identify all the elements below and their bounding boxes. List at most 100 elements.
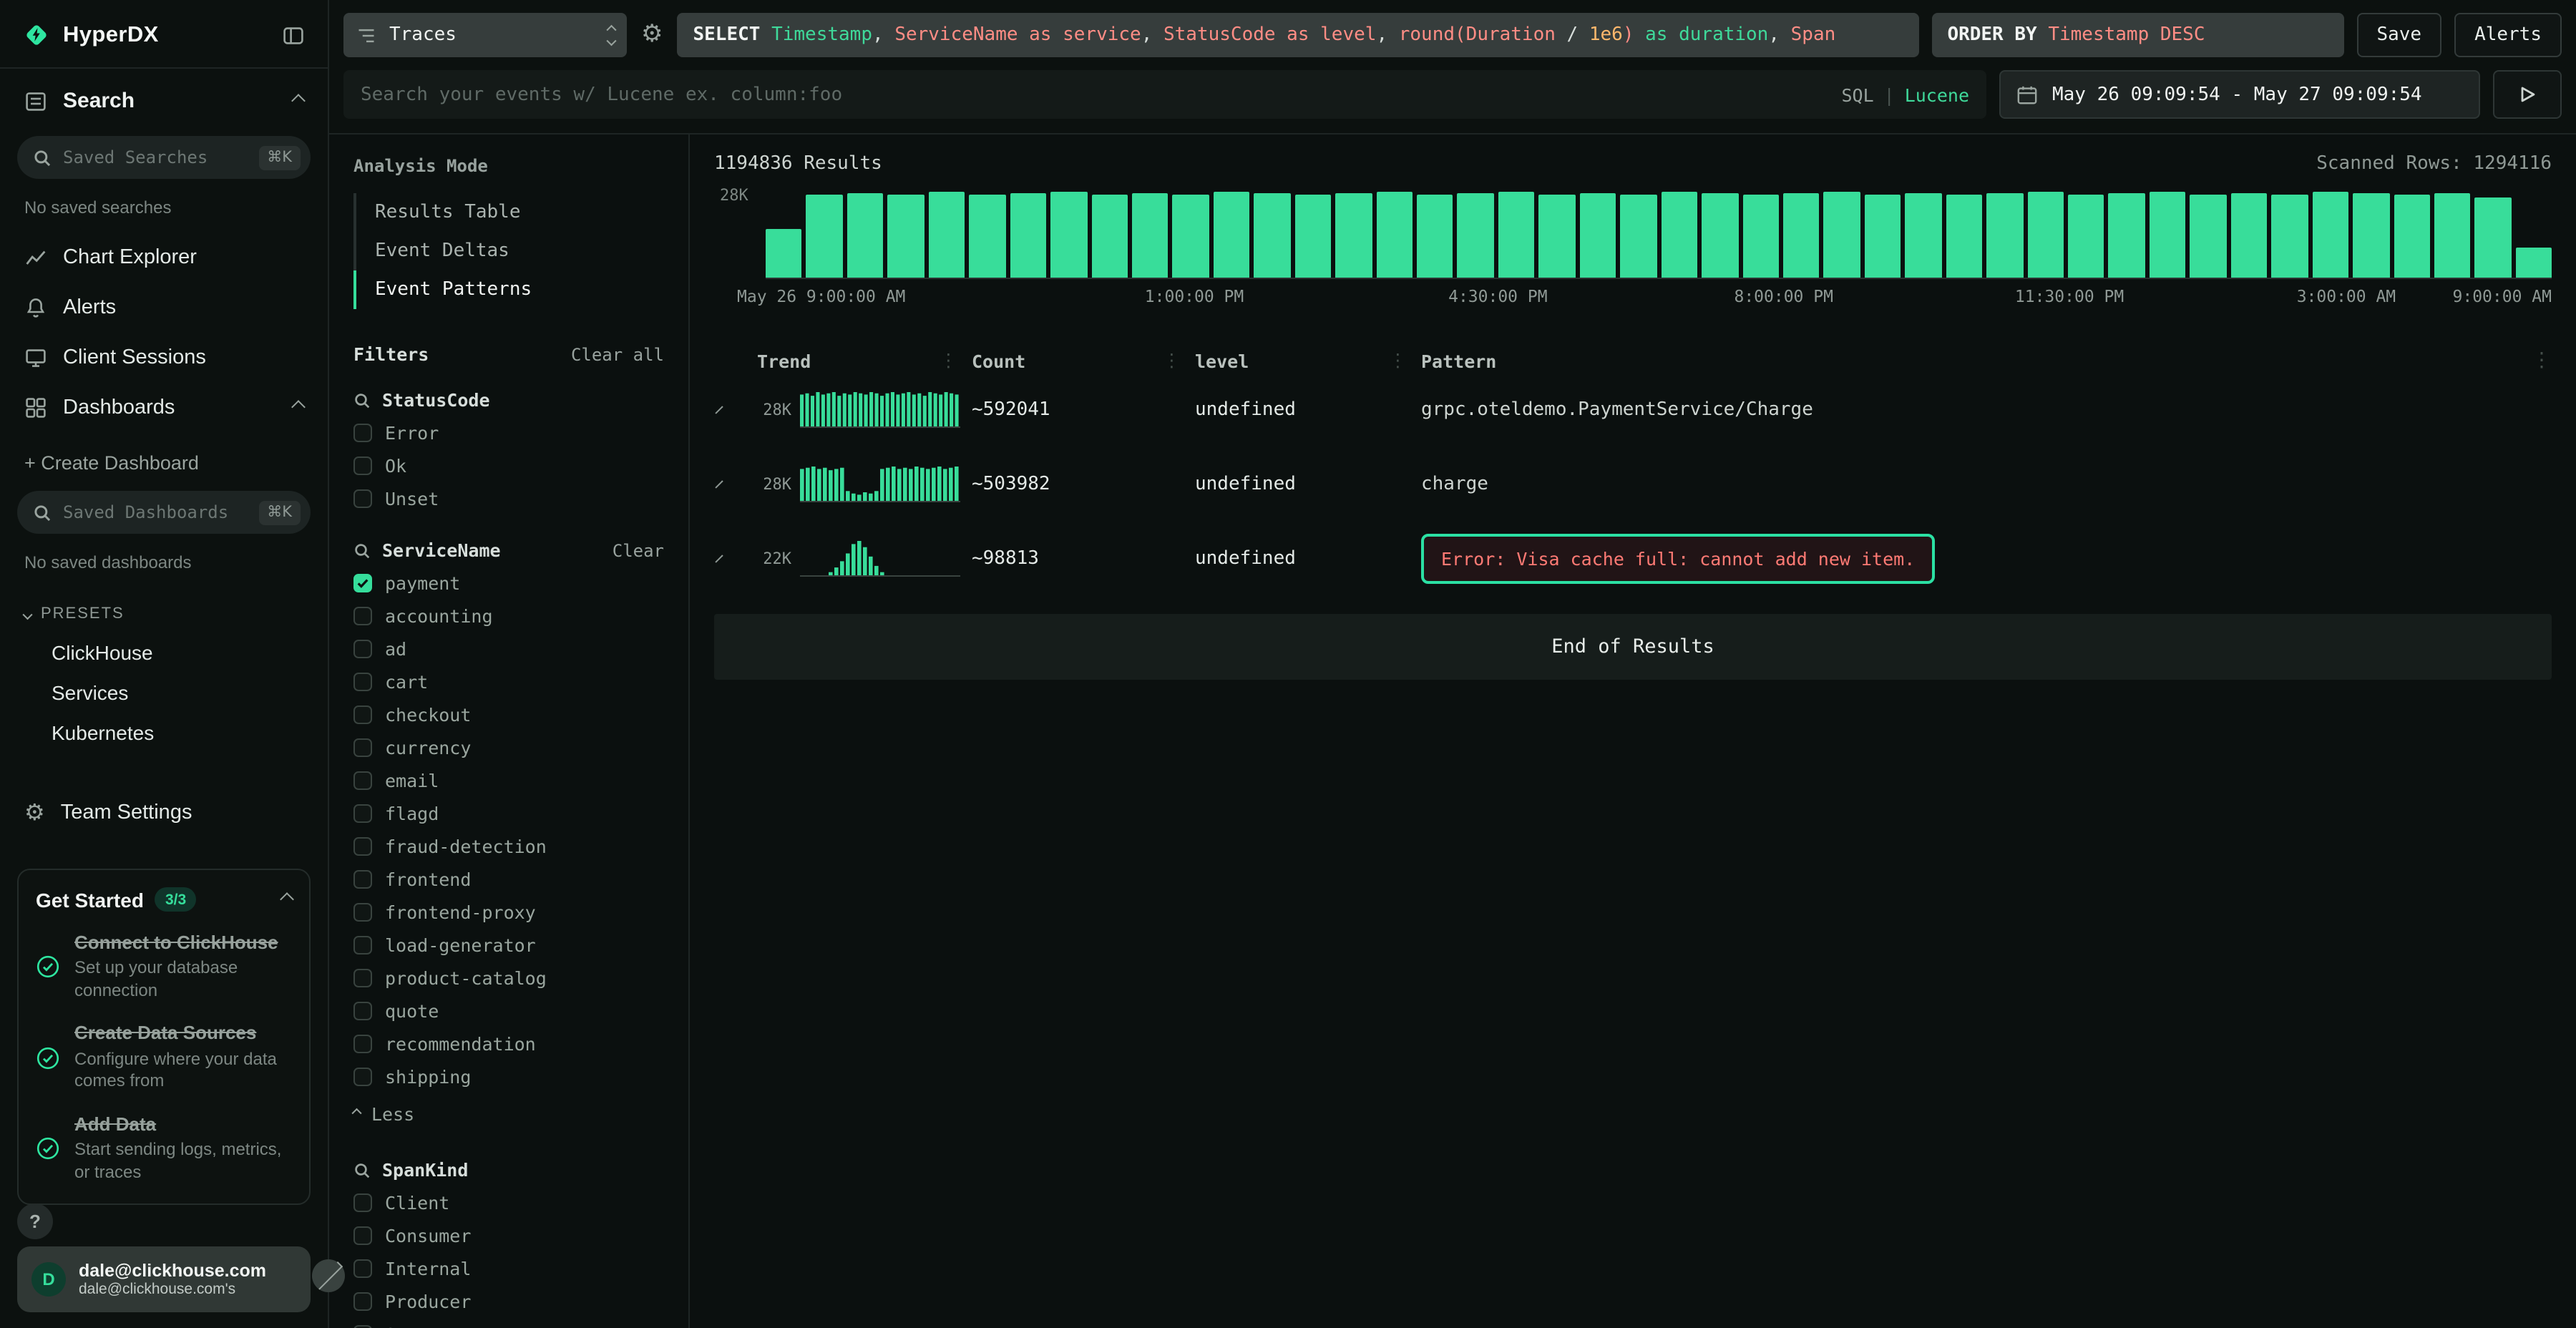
checkbox[interactable] [353,1259,372,1278]
filter-option-ad[interactable]: ad [353,633,664,665]
sidebar-item-client-sessions[interactable]: Client Sessions [0,332,328,382]
sidebar-item-kubernetes[interactable]: Kubernetes [0,713,328,753]
user-menu[interactable]: D dale@clickhouse.com dale@clickhouse.co… [17,1246,311,1312]
table-options-icon[interactable]: ⋮ [2526,349,2552,372]
filter-option-payment[interactable]: payment [353,567,664,600]
filter-option-fraud-detection[interactable]: fraud-detection [353,830,664,863]
checkbox[interactable] [353,837,372,856]
get-started-header[interactable]: Get Started 3/3 [36,887,292,912]
checkbox[interactable] [353,1226,372,1245]
order-by-input[interactable]: ORDER BY Timestamp DESC [1931,13,2343,57]
checkbox[interactable] [353,1292,372,1311]
alerts-button[interactable]: Alerts [2454,13,2562,57]
collapse-options-button[interactable]: Less [353,1093,664,1135]
column-header-count[interactable]: Count [972,350,1195,371]
checkbox[interactable] [353,456,372,475]
filter-option-checkout[interactable]: checkout [353,698,664,731]
help-button[interactable]: ? [17,1204,53,1239]
checkbox[interactable] [353,673,372,691]
checkbox[interactable] [353,574,372,592]
filter-option-load-generator[interactable]: load-generator [353,929,664,962]
filter-group-header-spankind: SpanKind [353,1159,664,1181]
sidebar-item-services[interactable]: Services [0,673,328,713]
checkbox[interactable] [353,903,372,922]
presets-toggle[interactable]: PRESETS [0,587,328,633]
checkbox[interactable] [353,1068,372,1086]
sql-mode-option[interactable]: SQL [1841,84,1873,105]
source-settings-gear-icon[interactable]: ⚙ [640,23,665,47]
checkbox[interactable] [353,1193,372,1212]
filter-option-cart[interactable]: cart [353,665,664,698]
filter-clear-button[interactable]: Clear [613,540,664,560]
sidebar-item-alerts[interactable]: Alerts [0,282,328,332]
filter-option-quote[interactable]: quote [353,995,664,1027]
error-pattern-box[interactable]: Error: Visa cache full: cannot add new i… [1421,533,1935,583]
filter-option-producer[interactable]: Producer [353,1285,664,1318]
column-header-level[interactable]: level [1195,350,1421,371]
checkbox[interactable] [353,969,372,987]
analysis-mode-event-deltas[interactable]: Event Deltas [353,232,664,270]
query-language-toggle[interactable]: SQL | Lucene [1841,84,1969,105]
lucene-mode-option[interactable]: Lucene [1905,84,1969,105]
filter-option-flagd[interactable]: flagd [353,797,664,830]
sidebar-item-team-settings[interactable]: ⚙ Team Settings [0,787,328,837]
checkbox[interactable] [353,1035,372,1053]
filter-option-currency[interactable]: currency [353,731,664,764]
saved-dashboards-input[interactable]: Saved Dashboards ⌘K [17,491,311,534]
checkbox[interactable] [353,706,372,724]
sidebar-item-dashboards[interactable]: Dashboards [0,382,328,432]
collapse-sidebar-icon[interactable] [282,24,305,47]
checkbox[interactable] [353,640,372,658]
saved-searches-input[interactable]: Saved Searches ⌘K [17,136,311,179]
filter-option-frontend-proxy[interactable]: frontend-proxy [353,896,664,929]
column-header-trend[interactable]: Trend [757,350,972,371]
histogram-bar [1580,193,1616,278]
run-query-button[interactable] [2493,70,2562,119]
checkbox[interactable] [353,424,372,442]
filter-option-email[interactable]: email [353,764,664,797]
pattern-row[interactable]: 22K~98813undefinedError: Visa cache full… [714,521,2552,595]
date-range-picker[interactable]: May 26 09:09:54 - May 27 09:09:54 [1999,70,2480,119]
filter-option-accounting[interactable]: accounting [353,600,664,633]
checkbox[interactable] [353,489,372,508]
filter-option-frontend[interactable]: frontend [353,863,664,896]
results-histogram[interactable]: 28K May 26 9:00:00 AM1:00:00 PM4:30:00 P… [714,190,2552,311]
checkbox[interactable] [353,771,372,790]
save-button[interactable]: Save [2356,13,2441,57]
checkbox[interactable] [353,738,372,757]
row-expand-button[interactable] [714,409,757,410]
analysis-mode-results-table[interactable]: Results Table [353,193,664,232]
filter-option-server[interactable]: Server [353,1318,664,1328]
filter-option-client[interactable]: Client [353,1186,664,1219]
sidebar-item-clickhouse[interactable]: ClickHouse [0,633,328,673]
clear-all-filters-button[interactable]: Clear all [571,345,664,365]
filter-option-unset[interactable]: Unset [353,482,664,515]
checkbox[interactable] [353,607,372,625]
filter-option-recommendation[interactable]: recommendation [353,1027,664,1060]
filter-option-error[interactable]: Error [353,416,664,449]
lucene-search-input[interactable]: Search your events w/ Lucene ex. column:… [343,70,1986,119]
pattern-row[interactable]: 28K~503982undefinedcharge [714,446,2552,521]
filter-option-internal[interactable]: Internal [353,1252,664,1285]
source-select[interactable]: Traces [343,13,627,57]
filter-option-shipping[interactable]: shipping [353,1060,664,1093]
filter-option-ok[interactable]: Ok [353,449,664,482]
checkbox[interactable] [353,936,372,954]
checkbox[interactable] [353,870,372,889]
sql-select-input[interactable]: SELECT Timestamp, ServiceName as service… [678,13,1919,57]
row-expand-button[interactable] [714,557,757,559]
filter-option-product-catalog[interactable]: product-catalog [353,962,664,995]
pattern-row[interactable]: 28K~592041undefinedgrpc.oteldemo.Payment… [714,372,2552,446]
sidebar-expand-handle[interactable] [312,1259,345,1292]
analysis-mode-event-patterns[interactable]: Event Patterns [353,270,664,309]
checkbox[interactable] [353,1002,372,1020]
filter-option-consumer[interactable]: Consumer [353,1219,664,1252]
sql-token: , [872,24,894,46]
create-dashboard-button[interactable]: + Create Dashboard [0,432,328,488]
row-expand-button[interactable] [714,483,757,484]
sidebar-item-search[interactable]: Search [0,69,328,133]
column-header-pattern[interactable]: Pattern [1421,350,2526,371]
checkbox[interactable] [353,1325,372,1328]
checkbox[interactable] [353,804,372,823]
sidebar-item-chart-explorer[interactable]: Chart Explorer [0,232,328,282]
